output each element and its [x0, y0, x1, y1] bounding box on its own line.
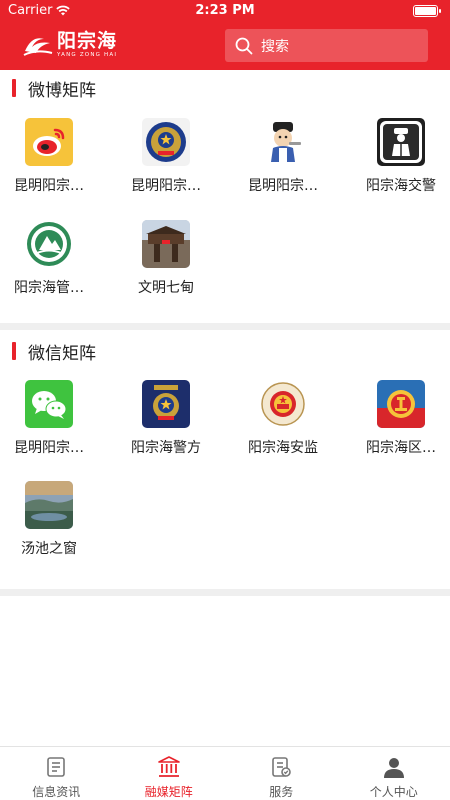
item-label: 文明七甸	[138, 280, 194, 296]
union-emblem-icon	[377, 380, 425, 428]
gate-photo-icon	[142, 220, 190, 268]
logo-title: 阳宗海	[57, 30, 118, 52]
item-label: 汤池之窗	[21, 541, 77, 557]
tab-label: 融媒矩阵	[144, 785, 193, 799]
item-label: 昆明阳宗…	[14, 440, 84, 456]
wechat-section-header: 微信矩阵	[12, 333, 96, 369]
tab-profile[interactable]: 个人中心	[338, 747, 450, 800]
section-accent-bar	[12, 342, 16, 360]
service-icon	[272, 757, 292, 777]
environment-emblem-icon	[25, 220, 73, 268]
tab-label: 服务	[269, 785, 294, 799]
traffic-police-icon	[377, 118, 425, 166]
cartoon-judge-icon	[259, 118, 307, 166]
search-input[interactable]: 搜索	[225, 29, 428, 62]
tab-label: 信息资讯	[32, 785, 81, 799]
status-time: 2:23 PM	[195, 3, 255, 18]
police-badge-icon	[142, 118, 190, 166]
news-icon	[47, 757, 66, 777]
item-label: 阳宗海区…	[366, 440, 436, 456]
section-accent-bar	[12, 79, 16, 97]
battery-icon	[413, 5, 441, 17]
weibo-matrix-section: 微博矩阵 昆明阳宗… 昆明阳宗… 昆明阳宗… 阳宗海交警 阳宗海管… 文明七甸	[0, 70, 450, 320]
item-label: 阳宗海警方	[131, 440, 201, 456]
bottom-tab-bar: 信息资讯 融媒矩阵 服务 个人中心	[0, 746, 450, 800]
section-separator	[0, 589, 450, 596]
search-icon	[235, 37, 253, 54]
item-label: 昆明阳宗…	[14, 178, 84, 194]
item-label: 阳宗海安监	[248, 440, 318, 456]
logo-wave-icon	[23, 37, 53, 56]
tab-label: 个人中心	[369, 785, 418, 799]
tab-news[interactable]: 信息资讯	[0, 747, 113, 800]
item-label: 阳宗海交警	[366, 178, 436, 194]
item-label: 昆明阳宗…	[131, 178, 201, 194]
lake-photo-icon	[25, 481, 73, 529]
item-label: 阳宗海管…	[14, 280, 84, 296]
tab-service[interactable]: 服务	[225, 747, 338, 800]
logo-subtitle: YANG ZONG HAI	[57, 52, 118, 58]
item-label: 昆明阳宗…	[248, 178, 318, 194]
section-separator	[0, 323, 450, 330]
person-icon	[383, 758, 404, 778]
weibo-icon	[25, 118, 73, 166]
police-badge-icon	[142, 380, 190, 428]
status-bar: Carrier 2:23 PM	[0, 0, 450, 22]
wechat-icon	[25, 380, 73, 428]
building-icon	[157, 756, 180, 777]
app-logo: 阳宗海 YANG ZONG HAI	[22, 30, 117, 59]
search-placeholder: 搜索	[261, 38, 289, 55]
tab-media-matrix[interactable]: 融媒矩阵	[113, 747, 226, 800]
section-title: 微博矩阵	[28, 80, 96, 101]
national-emblem-icon	[259, 380, 307, 428]
weibo-section-header: 微博矩阵	[12, 70, 96, 106]
section-title: 微信矩阵	[28, 343, 96, 364]
top-navbar: 阳宗海 YANG ZONG HAI 搜索	[0, 22, 450, 70]
wechat-matrix-section: 微信矩阵 昆明阳宗… 阳宗海警方 阳宗海安监 阳宗海区… 汤池之窗	[0, 333, 450, 588]
